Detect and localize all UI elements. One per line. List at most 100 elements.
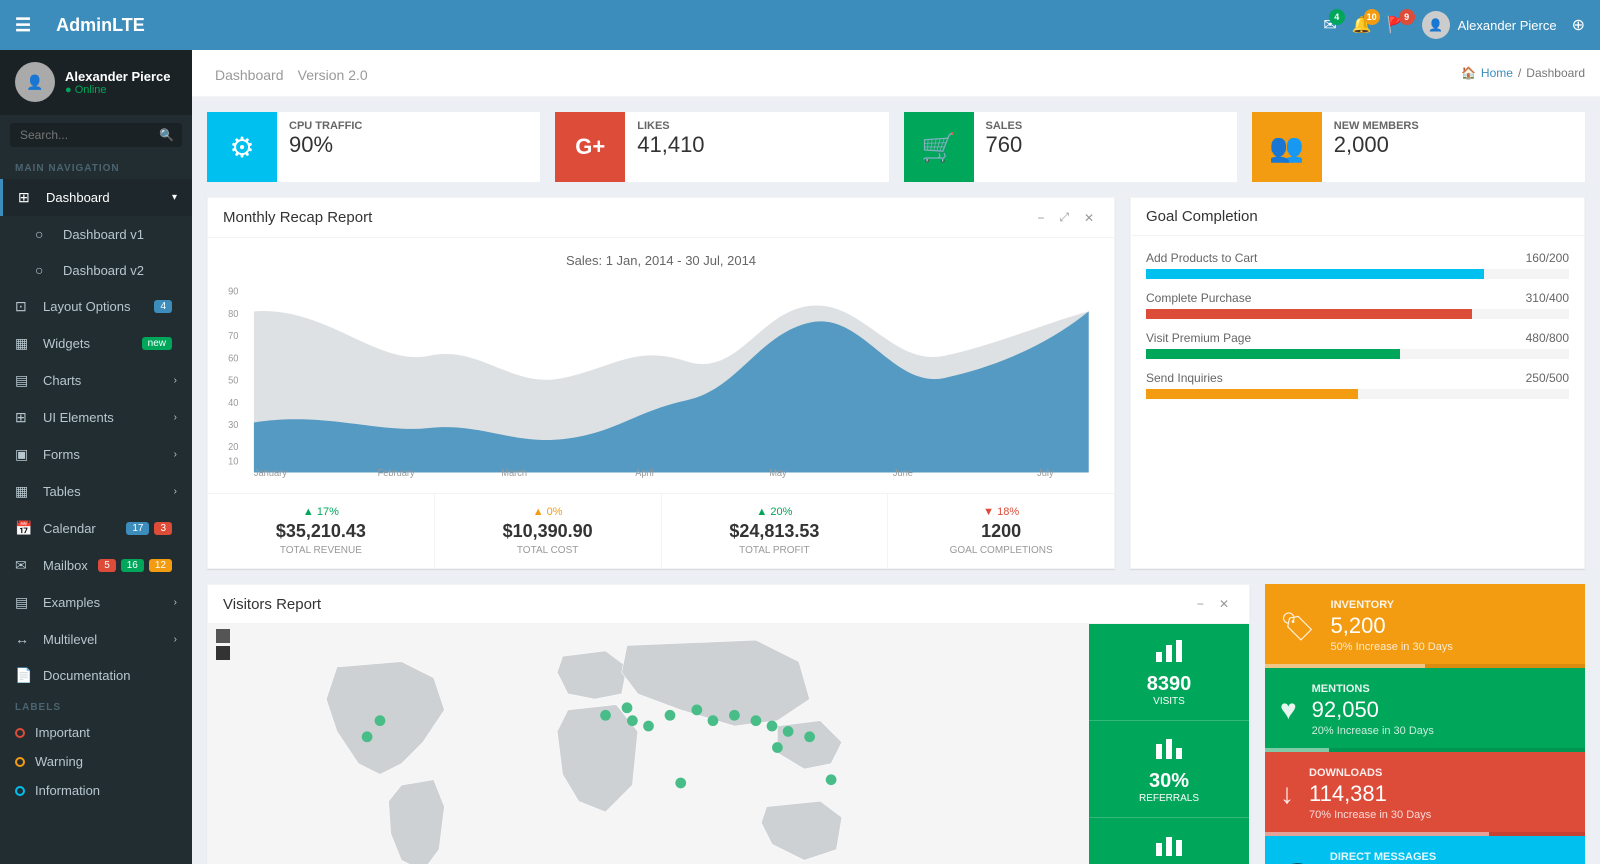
visitors-body: 8390 VISITS 30% (208, 624, 1249, 864)
widgets-icon: ▦ (15, 335, 35, 352)
side-stat-messages: 💬 DIRECT MESSAGES 163,921 40% Increase i… (1265, 836, 1585, 864)
brand: ☰ AdminLTE (15, 15, 1323, 36)
sidebar-item-documentation[interactable]: 📄 Documentation (0, 657, 192, 694)
monthly-report-title: Monthly Recap Report (223, 209, 372, 226)
area-chart: 90 80 70 60 50 40 30 20 10 (223, 278, 1099, 478)
visitors-minimize[interactable]: − (1192, 595, 1209, 613)
cost-label: TOTAL COST (450, 545, 646, 556)
information-dot (15, 786, 25, 796)
sidebar-user: 👤 Alexander Pierce ● Online (0, 50, 192, 115)
page-version: Version 2.0 (298, 67, 368, 83)
info-box-cpu: ⚙ CPU TRAFFIC 90% (207, 112, 540, 182)
goal-cart-label: Add Products to Cart (1146, 251, 1257, 265)
doc-icon: 📄 (15, 667, 35, 684)
svg-text:80: 80 (228, 309, 238, 320)
goal-cart-bar (1146, 269, 1484, 279)
report-stats: ▲ 17% $35,210.43 TOTAL REVENUE ▲ 0% $10,… (208, 493, 1114, 568)
page-header: Dashboard Version 2.0 🏠 Home / Dashboard (192, 50, 1600, 97)
sidebar-item-multilevel[interactable]: ↔ Multilevel › (0, 621, 192, 657)
sidebar-item-layout-options[interactable]: ⊡ Layout Options 4 (0, 288, 192, 325)
avatar: 👤 (1422, 11, 1450, 39)
sidebar-item-examples[interactable]: ▤ Examples › (0, 584, 192, 621)
members-value: 2,000 (1334, 132, 1573, 158)
flag-button[interactable]: 🚩 9 (1387, 15, 1407, 35)
sales-value: 760 (986, 132, 1225, 158)
user-menu[interactable]: 👤 Alexander Pierce (1422, 11, 1557, 39)
brand-name: AdminLTE (56, 15, 145, 36)
info-box-members: 👥 NEW MEMBERS 2,000 (1252, 112, 1585, 182)
sidebar-item-dashboard-v1[interactable]: ○ Dashboard v1 (0, 216, 192, 252)
visitors-title: Visitors Report (223, 596, 321, 613)
chart-title: Sales: 1 Jan, 2014 - 30 Jul, 2014 (223, 253, 1099, 268)
sidebar-user-status: ● Online (65, 84, 171, 96)
close-button[interactable]: ✕ (1079, 208, 1099, 227)
sidebar-item-widgets[interactable]: ▦ Widgets new (0, 325, 192, 362)
organic-icon (1154, 831, 1184, 862)
mentions-icon: ♥ (1280, 694, 1297, 726)
minimize-button[interactable]: − (1032, 208, 1049, 227)
sidebar-label-important[interactable]: Important (0, 718, 192, 747)
top-right-nav: ✉ 4 🔔 10 🚩 9 👤 Alexander Pierce ⊕ (1323, 11, 1585, 39)
sidebar-item-ui-elements[interactable]: ⊞ UI Elements › (0, 399, 192, 436)
svg-text:50: 50 (228, 375, 238, 386)
goals-value: 1200 (903, 521, 1099, 542)
downloads-icon: ↓ (1280, 778, 1294, 810)
layout: 👤 Alexander Pierce ● Online 🔍 MAIN NAVIG… (0, 50, 1600, 864)
calendar-icon: 📅 (15, 520, 35, 537)
sidebar-item-forms[interactable]: ▣ Forms › (0, 436, 192, 473)
profit-label: TOTAL PROFIT (677, 545, 873, 556)
svg-text:June: June (893, 467, 913, 478)
svg-text:40: 40 (228, 397, 238, 408)
cost-change: ▲ 0% (450, 506, 646, 518)
visitors-header: Visitors Report − ✕ (208, 585, 1249, 624)
profit-change: ▲ 20% (677, 506, 873, 518)
sidebar-item-calendar[interactable]: 📅 Calendar 17 3 (0, 510, 192, 547)
likes-value: 41,410 (637, 132, 876, 158)
info-box-sales: 🛒 SALES 760 (904, 112, 1237, 182)
goal-premium-label: Visit Premium Page (1146, 331, 1251, 345)
sidebar-item-dashboard-v2[interactable]: ○ Dashboard v2 (0, 252, 192, 288)
info-box-likes: G+ LIKES 41,410 (555, 112, 888, 182)
goal-premium: Visit Premium Page 480/800 (1146, 331, 1569, 359)
downloads-sub: 70% Increase in 30 Days (1309, 809, 1570, 821)
sidebar-label-warning[interactable]: Warning (0, 747, 192, 776)
bell-button[interactable]: 🔔 10 (1352, 15, 1372, 35)
forms-icon: ▣ (15, 446, 35, 463)
page-title: Dashboard Version 2.0 (207, 60, 368, 86)
mail-button[interactable]: ✉ 4 (1323, 15, 1336, 35)
expand-button[interactable]: ⤢ (1054, 208, 1074, 227)
messages-label: DIRECT MESSAGES (1330, 851, 1570, 863)
tables-icon: ▦ (15, 483, 35, 500)
svg-text:July: July (1037, 467, 1054, 478)
stat-cost: ▲ 0% $10,390.90 TOTAL COST (435, 494, 662, 568)
search-input[interactable] (10, 123, 182, 147)
mentions-value: 92,050 (1312, 697, 1570, 723)
goal-cart: Add Products to Cart 160/200 (1146, 251, 1569, 279)
referrals-stat: 30% REFERRALS (1089, 721, 1249, 818)
hamburger-icon[interactable]: ☰ (15, 15, 31, 36)
sidebar-label-information[interactable]: Information (0, 776, 192, 805)
bell-badge: 10 (1364, 9, 1380, 25)
sidebar-item-charts[interactable]: ▤ Charts › (0, 362, 192, 399)
search-icon[interactable]: 🔍 (159, 128, 174, 142)
info-boxes: ⚙ CPU TRAFFIC 90% G+ LIKES 41,410 🛒 SALE… (207, 112, 1585, 182)
stat-revenue: ▲ 17% $35,210.43 TOTAL REVENUE (208, 494, 435, 568)
svg-text:April: April (635, 467, 654, 478)
side-stat-inventory: 🏷 INVENTORY 5,200 50% Increase in 30 Day… (1265, 584, 1585, 668)
main-content: Dashboard Version 2.0 🏠 Home / Dashboard… (192, 50, 1600, 864)
sidebar-item-dashboard[interactable]: ⊞ Dashboard ▾ (0, 179, 192, 216)
charts-arrow: › (174, 375, 177, 386)
breadcrumb-current: Dashboard (1526, 66, 1585, 80)
sidebar-item-mailbox[interactable]: ✉ Mailbox 5 16 12 (0, 547, 192, 584)
share-icon[interactable]: ⊕ (1572, 15, 1585, 35)
referrals-label: REFERRALS (1139, 793, 1199, 804)
visitors-close[interactable]: ✕ (1214, 595, 1234, 613)
breadcrumb: 🏠 Home / Dashboard (1461, 66, 1585, 80)
likes-label: LIKES (637, 120, 876, 132)
sidebar-user-name: Alexander Pierce (65, 69, 171, 84)
sidebar-item-tables[interactable]: ▦ Tables › (0, 473, 192, 510)
revenue-change: ▲ 17% (223, 506, 419, 518)
side-stats: 🏷 INVENTORY 5,200 50% Increase in 30 Day… (1265, 584, 1585, 864)
breadcrumb-home[interactable]: Home (1481, 66, 1513, 80)
important-dot (15, 728, 25, 738)
